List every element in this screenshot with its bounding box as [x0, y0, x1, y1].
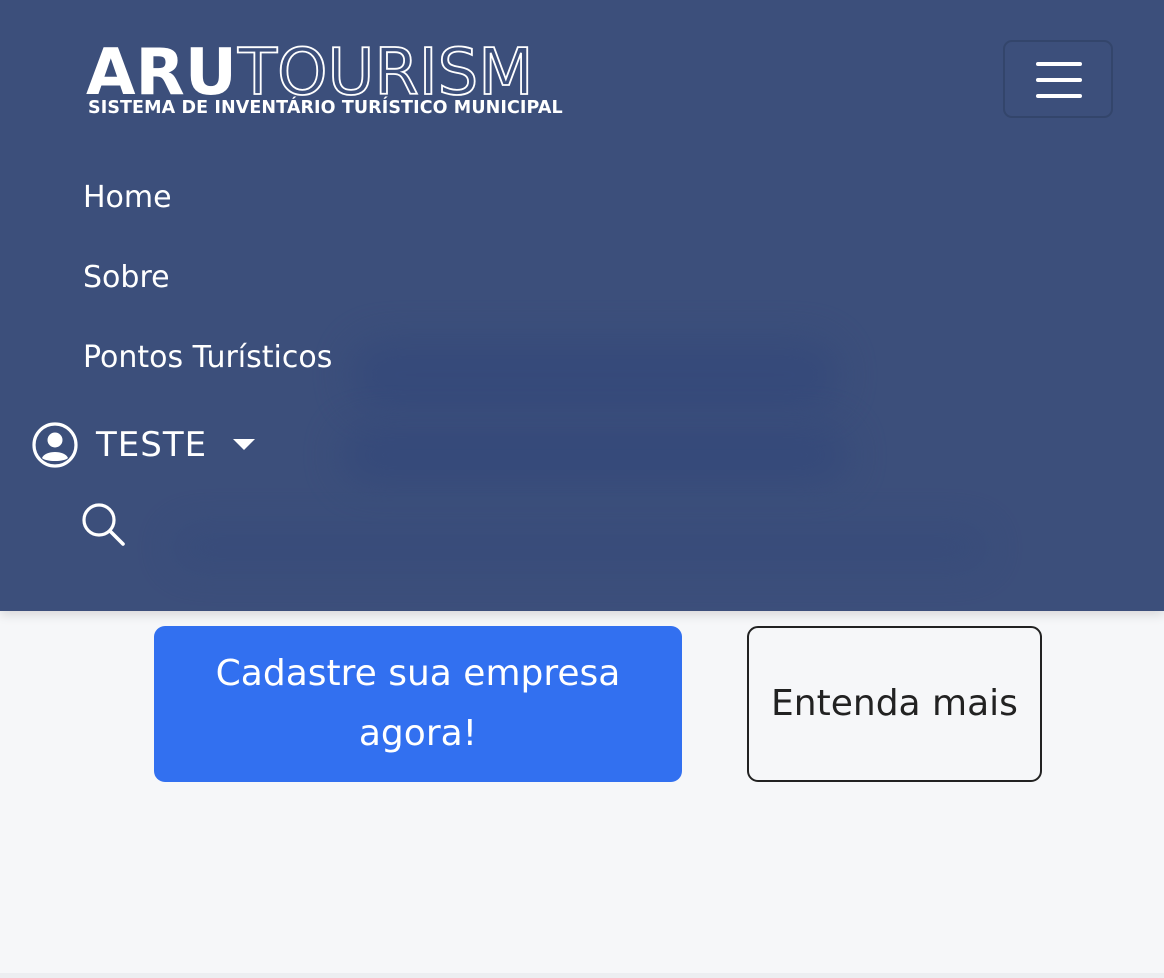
- user-circle-icon: [32, 422, 78, 468]
- menu-icon-bar: [1036, 94, 1082, 98]
- blurred-backdrop: [340, 425, 850, 485]
- brand-name-outline: TOURISM: [237, 38, 534, 100]
- menu-icon-bar: [1036, 78, 1082, 82]
- brand-name-bold: ARU: [86, 38, 237, 100]
- search-icon[interactable]: [80, 501, 126, 547]
- nav-item-pontos-turisticos[interactable]: Pontos Turísticos: [83, 340, 332, 375]
- nav-item-sobre[interactable]: Sobre: [83, 260, 170, 295]
- brand-subtitle: SISTEMA DE INVENTÁRIO TURÍSTICO MUNICIPA…: [88, 98, 563, 118]
- learn-more-button-label: Entenda mais: [771, 683, 1018, 724]
- blurred-backdrop: [350, 340, 840, 410]
- nav-item-home[interactable]: Home: [83, 180, 172, 215]
- logo-wordmark: ARU TOURISM: [86, 38, 534, 100]
- navbar: ARU TOURISM SISTEMA DE INVENTÁRIO TURÍST…: [0, 0, 1164, 611]
- menu-icon: [1036, 62, 1082, 66]
- brand-logo[interactable]: ARU TOURISM SISTEMA DE INVENTÁRIO TURÍST…: [86, 38, 586, 128]
- blurred-backdrop: [170, 525, 990, 570]
- register-company-button-label: Cadastre sua empresa agora!: [215, 653, 621, 754]
- caret-down-icon: [233, 439, 256, 450]
- menu-toggle-button[interactable]: [1003, 40, 1113, 118]
- register-company-button[interactable]: Cadastre sua empresa agora!: [154, 626, 682, 782]
- footer-divider: [0, 973, 1164, 978]
- user-name: TESTE: [96, 425, 208, 465]
- learn-more-button[interactable]: Entenda mais: [747, 626, 1042, 782]
- user-menu-dropdown[interactable]: TESTE: [32, 420, 256, 470]
- page: ARU TOURISM SISTEMA DE INVENTÁRIO TURÍST…: [0, 0, 1164, 978]
